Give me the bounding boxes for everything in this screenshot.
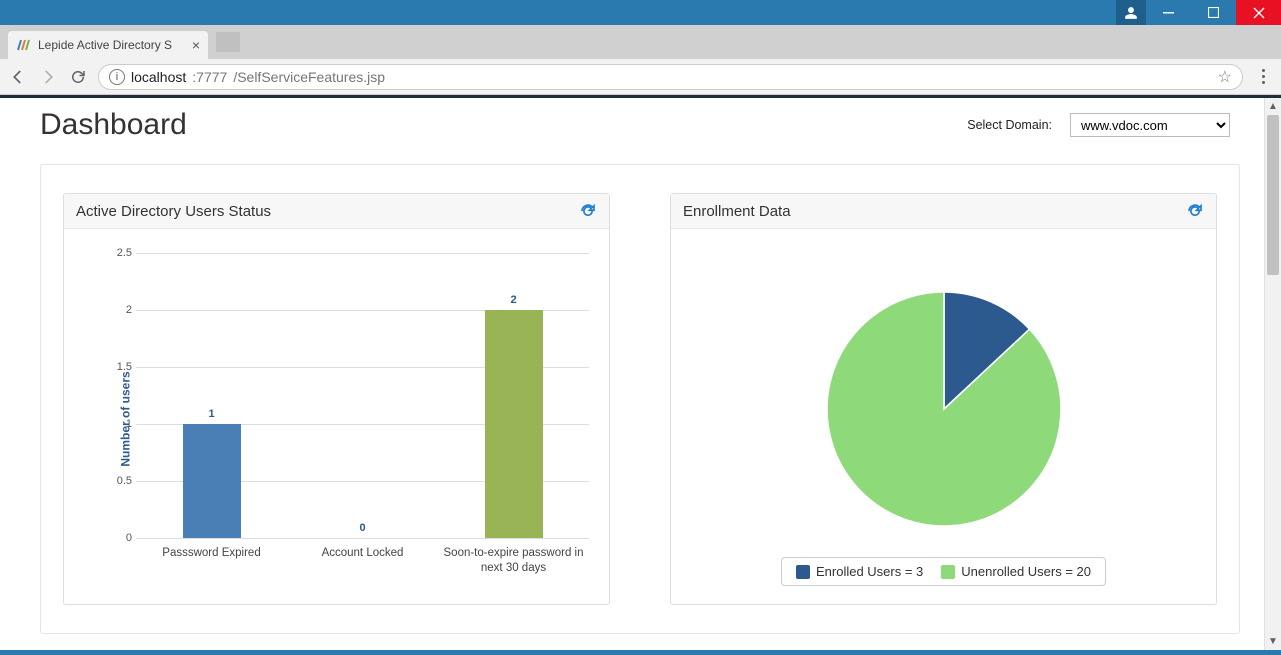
bookmark-star-icon[interactable]: ☆ [1218, 67, 1232, 87]
minimize-button[interactable] [1146, 0, 1191, 25]
bar-value-label: 2 [510, 294, 516, 306]
address-bar[interactable]: i localhost :7777/SelfServiceFeatures.jsp… [98, 64, 1243, 90]
reload-button[interactable] [68, 67, 88, 87]
x-tick-label: Passsword Expired [136, 540, 287, 596]
card-title: Active Directory Users Status [76, 203, 271, 220]
bar-value-label: 1 [208, 408, 214, 420]
refresh-icon[interactable] [1186, 202, 1204, 220]
forward-button[interactable] [38, 67, 58, 87]
page-scrollbar[interactable]: ▲ ▼ [1264, 98, 1281, 650]
url-host: localhost [131, 69, 186, 85]
y-tick: 0.5 [108, 475, 132, 487]
browser-tab[interactable]: Lepide Active Directory S × [8, 31, 208, 59]
scroll-down-icon[interactable]: ▼ [1265, 633, 1281, 650]
page-title: Dashboard [40, 108, 187, 142]
page-header: Dashboard Select Domain: www.vdoc.com [10, 98, 1260, 154]
bar: 1 [183, 424, 241, 538]
y-tick: 1.5 [108, 361, 132, 373]
pie-legend: Enrolled Users = 3 Unenrolled Users = 20 [781, 557, 1106, 586]
y-tick: 1 [108, 418, 132, 430]
y-tick: 2 [108, 304, 132, 316]
user-account-button[interactable] [1116, 0, 1146, 25]
enrollment-data-card: Enrollment Data Enrolled Users = 3 [670, 193, 1217, 605]
ad-users-status-card: Active Directory Users Status Number of … [63, 193, 610, 605]
domain-select[interactable]: www.vdoc.com [1070, 113, 1230, 137]
y-tick: 2.5 [108, 247, 132, 259]
url-path: /SelfServiceFeatures.jsp [233, 69, 385, 85]
new-tab-button[interactable] [216, 32, 240, 52]
legend-item-enrolled: Enrolled Users = 3 [796, 564, 923, 579]
page-content: Dashboard Select Domain: www.vdoc.com Ac… [0, 95, 1281, 650]
y-tick: 0 [108, 532, 132, 544]
window-titlebar [0, 0, 1281, 25]
domain-select-label: Select Domain: [967, 118, 1052, 132]
browser-toolbar: i localhost :7777/SelfServiceFeatures.jsp… [0, 59, 1281, 95]
browser-tabstrip: Lepide Active Directory S × [0, 25, 1281, 59]
card-title: Enrollment Data [683, 203, 791, 220]
tab-title: Lepide Active Directory S [38, 38, 172, 52]
browser-menu-button[interactable] [1253, 69, 1273, 84]
legend-swatch [796, 565, 810, 579]
x-tick-label: Account Locked [287, 540, 438, 596]
url-port: :7777 [192, 69, 227, 85]
close-window-button[interactable] [1236, 0, 1281, 25]
bar: 2 [485, 310, 543, 538]
dashboard-cards: Active Directory Users Status Number of … [40, 164, 1240, 634]
legend-item-unenrolled: Unenrolled Users = 20 [941, 564, 1091, 579]
bar-value-label: 0 [359, 522, 365, 534]
scroll-up-icon[interactable]: ▲ [1265, 98, 1281, 115]
site-info-icon[interactable]: i [109, 69, 125, 85]
x-tick-label: Soon-to-expire password in next 30 days [438, 540, 589, 596]
bar-chart: Number of users 00.511.522.5102 Passswor… [72, 241, 601, 596]
favicon-icon [16, 37, 32, 53]
maximize-button[interactable] [1191, 0, 1236, 25]
pie-chart [814, 279, 1074, 539]
legend-swatch [941, 565, 955, 579]
scroll-thumb[interactable] [1267, 115, 1279, 275]
tab-close-icon[interactable]: × [192, 37, 200, 53]
refresh-icon[interactable] [579, 202, 597, 220]
back-button[interactable] [8, 67, 28, 87]
